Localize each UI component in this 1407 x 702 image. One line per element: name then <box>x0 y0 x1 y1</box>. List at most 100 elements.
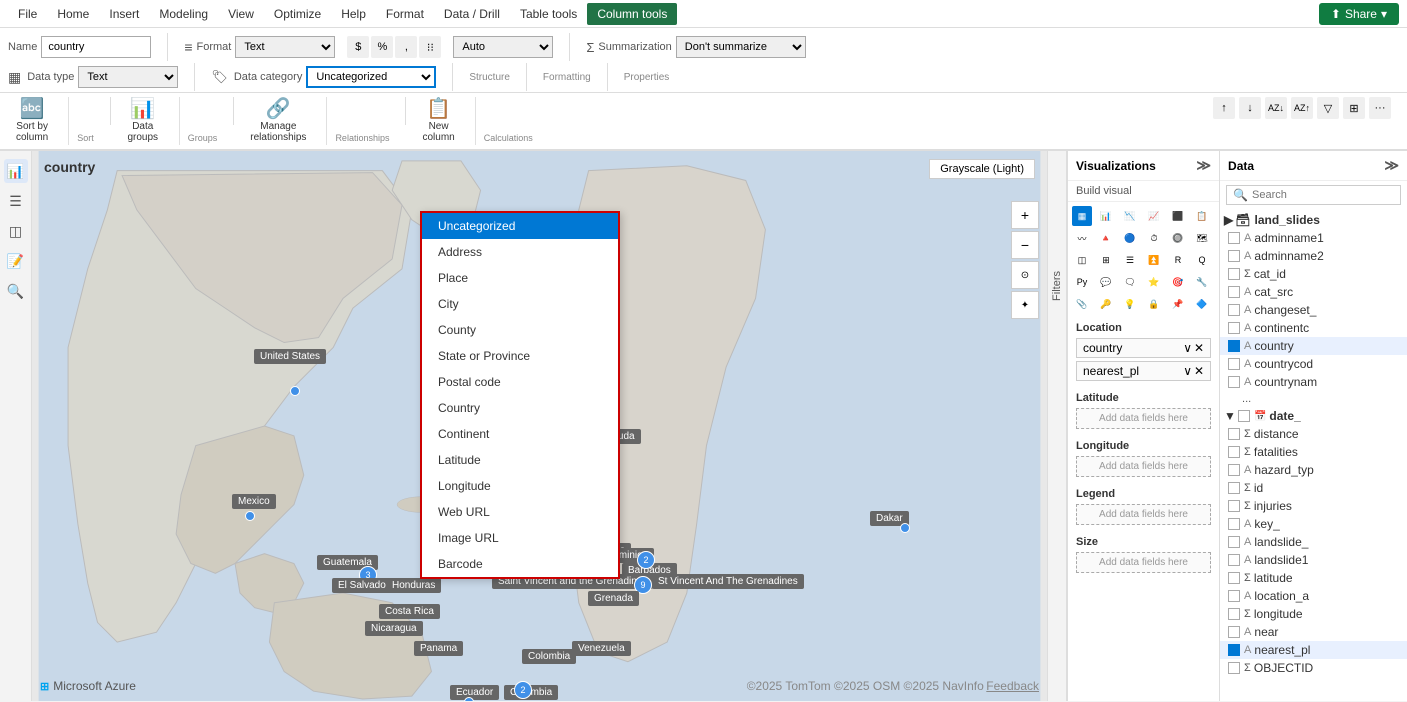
left-icon-data[interactable]: ☰ <box>4 189 28 213</box>
map-zoom-out[interactable]: − <box>1011 231 1039 259</box>
dropdown-option-web-url[interactable]: Web URL <box>422 499 618 525</box>
viz-icon-7[interactable]: 🔺 <box>1096 228 1116 248</box>
check-fatalities[interactable] <box>1228 446 1240 458</box>
viz-icon-11[interactable]: 🗺 <box>1192 228 1212 248</box>
check-cat-id[interactable] <box>1228 268 1240 280</box>
field-near[interactable]: A near <box>1220 623 1407 641</box>
field-fatalities[interactable]: Σ fatalities <box>1220 443 1407 461</box>
menu-home[interactable]: Home <box>47 3 99 25</box>
map-zoom-in[interactable]: + <box>1011 201 1039 229</box>
viz-icon-22[interactable]: 🎯 <box>1168 272 1188 292</box>
field-key[interactable]: A key_ <box>1220 515 1407 533</box>
dropdown-option-postal[interactable]: Postal code <box>422 369 618 395</box>
check-date[interactable] <box>1238 410 1250 422</box>
menu-view[interactable]: View <box>218 3 264 25</box>
field-changeset[interactable]: A changeset_ <box>1220 301 1407 319</box>
left-icon-explore[interactable]: 🔍 <box>4 279 28 303</box>
legend-empty[interactable]: Add data fields here <box>1076 504 1211 525</box>
location-field-country[interactable]: country ∨ ✕ <box>1076 338 1211 358</box>
field-adminname2[interactable]: A adminname2 <box>1220 247 1407 265</box>
data-search[interactable]: 🔍 <box>1226 185 1401 205</box>
grayscale-badge[interactable]: Grayscale (Light) <box>929 159 1035 179</box>
menu-table-tools[interactable]: Table tools <box>510 3 587 25</box>
share-button[interactable]: ⬆ Share ▾ <box>1319 3 1399 25</box>
dataset-group[interactable]: ▶ 🗃 land_slides <box>1220 211 1407 229</box>
field-distance[interactable]: Σ distance <box>1220 425 1407 443</box>
check-landslide[interactable] <box>1228 536 1240 548</box>
check-latitude[interactable] <box>1228 572 1240 584</box>
map-compass[interactable]: ✦ <box>1011 291 1039 319</box>
field-longitude[interactable]: Σ longitude <box>1220 605 1407 623</box>
toolbar-up-icon[interactable]: ↑ <box>1213 97 1235 119</box>
check-adminname1[interactable] <box>1228 232 1240 244</box>
dropdown-option-place[interactable]: Place <box>422 265 618 291</box>
dropdown-option-country[interactable]: Country <box>422 395 618 421</box>
field-objectid[interactable]: Σ OBJECTID <box>1220 659 1407 677</box>
check-injuries[interactable] <box>1228 500 1240 512</box>
viz-icon-25[interactable]: 🔑 <box>1096 294 1116 314</box>
format-select[interactable]: Text <box>235 36 335 58</box>
viz-icon-6[interactable]: 〰 <box>1072 228 1092 248</box>
field-nearest-pl[interactable]: A nearest_pl <box>1220 641 1407 659</box>
menu-file[interactable]: File <box>8 3 47 25</box>
ellipsis-row[interactable]: ... <box>1220 391 1407 407</box>
viz-icon-15[interactable]: ⏫ <box>1144 250 1164 270</box>
viz-icon-12[interactable]: ◫ <box>1072 250 1092 270</box>
viz-icon-23[interactable]: 🔧 <box>1192 272 1212 292</box>
viz-icon-18[interactable]: Py <box>1072 272 1092 292</box>
field-continentc[interactable]: A continentc <box>1220 319 1407 337</box>
check-continentc[interactable] <box>1228 322 1240 334</box>
toolbar-down-icon[interactable]: ↓ <box>1239 97 1261 119</box>
field-landslide[interactable]: A landslide_ <box>1220 533 1407 551</box>
menu-format[interactable]: Format <box>376 3 434 25</box>
datacategory-select[interactable]: Uncategorized Address Place City County … <box>306 66 436 88</box>
check-landslide1[interactable] <box>1228 554 1240 566</box>
viz-icon-10[interactable]: 🔘 <box>1168 228 1188 248</box>
longitude-empty[interactable]: Add data fields here <box>1076 456 1211 477</box>
map-home[interactable]: ⊙ <box>1011 261 1039 289</box>
size-empty[interactable]: Add data fields here <box>1076 552 1211 573</box>
check-hazard-typ[interactable] <box>1228 464 1240 476</box>
menu-column-tools[interactable]: Column tools <box>587 3 677 25</box>
sort-by-column-button[interactable]: 🔤 Sort bycolumn <box>8 97 56 145</box>
check-key[interactable] <box>1228 518 1240 530</box>
check-longitude[interactable] <box>1228 608 1240 620</box>
toolbar-sort-za-icon[interactable]: AZ↑ <box>1291 97 1313 119</box>
field-injuries[interactable]: Σ injuries <box>1220 497 1407 515</box>
filter-label[interactable]: Filters <box>1051 271 1063 301</box>
viz-icon-2[interactable]: 📉 <box>1120 206 1140 226</box>
comma-icon[interactable]: , <box>395 36 417 58</box>
viz-icon-19[interactable]: 💬 <box>1096 272 1116 292</box>
viz-icon-20[interactable]: 🗨 <box>1120 272 1140 292</box>
viz-icon-16[interactable]: R <box>1168 250 1188 270</box>
auto-select[interactable]: Auto <box>453 36 553 58</box>
dropdown-option-barcode[interactable]: Barcode <box>422 551 618 577</box>
toolbar-expand-icon[interactable]: ⊞ <box>1343 97 1365 119</box>
data-expand-icon[interactable]: ≫ <box>1384 157 1399 174</box>
format-extra-icon[interactable]: ⁝⁝ <box>419 36 441 58</box>
menu-data-drill[interactable]: Data / Drill <box>434 3 510 25</box>
dropdown-option-address[interactable]: Address <box>422 239 618 265</box>
feedback-link[interactable]: Feedback <box>986 679 1039 693</box>
viz-icon-1[interactable]: 📊 <box>1096 206 1116 226</box>
location-field-nearest[interactable]: nearest_pl ∨ ✕ <box>1076 361 1211 381</box>
toolbar-sort-az-icon[interactable]: AZ↓ <box>1265 97 1287 119</box>
field-hazard-typ[interactable]: A hazard_typ <box>1220 461 1407 479</box>
field-latitude[interactable]: Σ latitude <box>1220 569 1407 587</box>
location-chevron-icon[interactable]: ∨ <box>1183 341 1192 355</box>
left-icon-report[interactable]: 📊 <box>4 159 28 183</box>
viz-icon-28[interactable]: 📌 <box>1168 294 1188 314</box>
field-id[interactable]: Σ id <box>1220 479 1407 497</box>
viz-icon-0[interactable]: ▦ <box>1072 206 1092 226</box>
viz-icon-8[interactable]: 🔵 <box>1120 228 1140 248</box>
dropdown-option-county[interactable]: County <box>422 317 618 343</box>
new-column-button[interactable]: 📋 Newcolumn <box>414 97 462 145</box>
dropdown-option-continent[interactable]: Continent <box>422 421 618 447</box>
field-location-a[interactable]: A location_a <box>1220 587 1407 605</box>
percent-icon[interactable]: % <box>371 36 393 58</box>
viz-icon-4[interactable]: ⬛ <box>1168 206 1188 226</box>
viz-icon-17[interactable]: Q <box>1192 250 1212 270</box>
left-icon-dax[interactable]: 📝 <box>4 249 28 273</box>
check-objectid[interactable] <box>1228 662 1240 674</box>
viz-icon-3[interactable]: 📈 <box>1144 206 1164 226</box>
